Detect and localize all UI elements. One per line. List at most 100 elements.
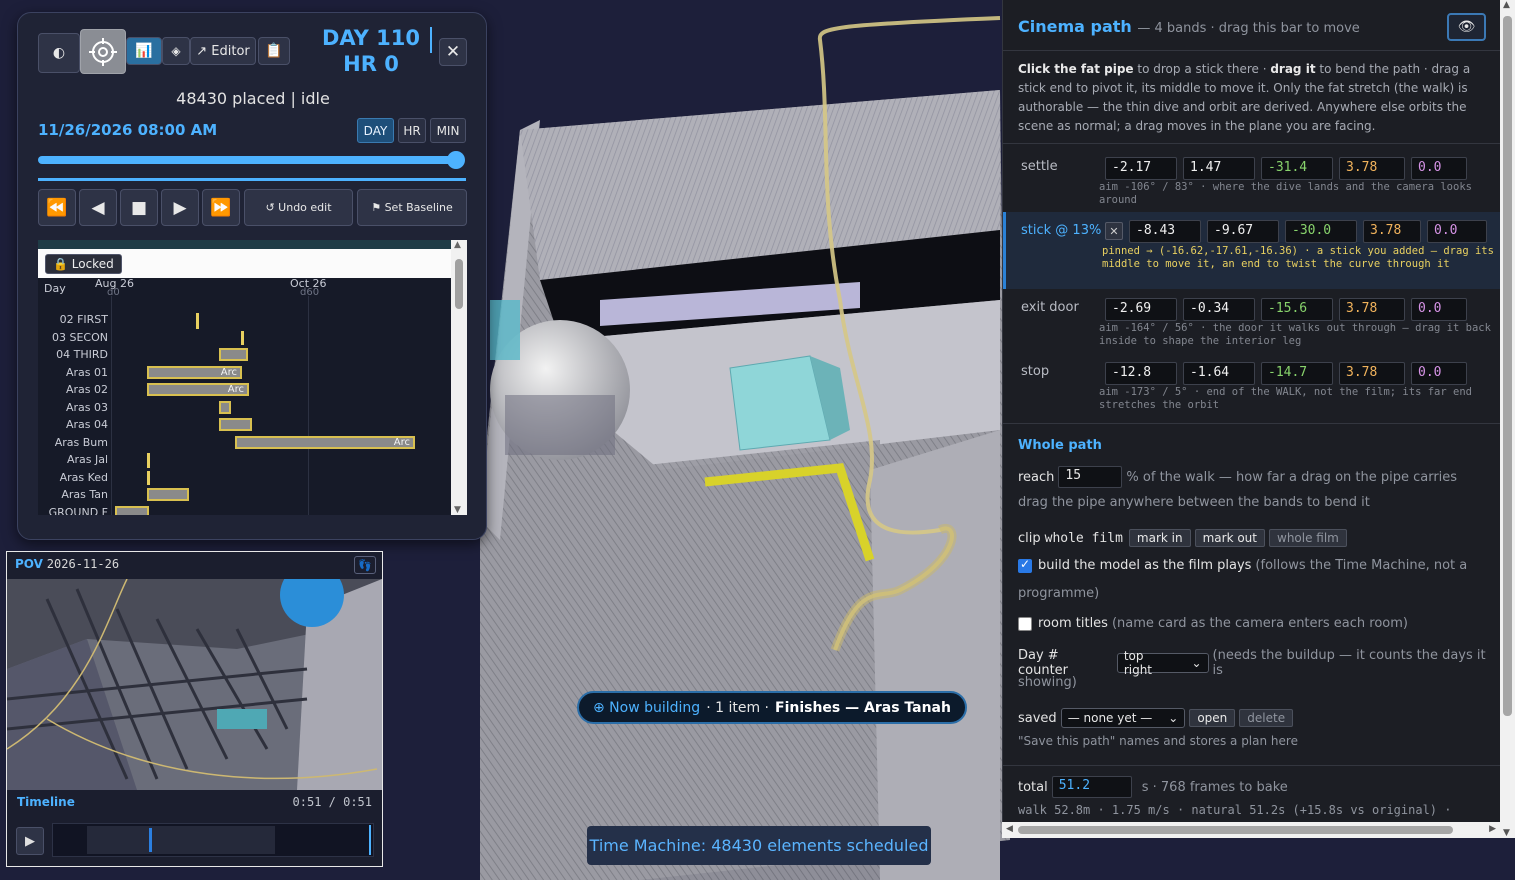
theme-toggle-button[interactable]: ◐ <box>38 33 80 73</box>
scroll-right-icon[interactable]: ▶ <box>1489 824 1496 834</box>
value-x[interactable]: -2.69 <box>1105 298 1177 321</box>
gantt-milestone[interactable] <box>196 313 199 329</box>
delete-button[interactable]: delete <box>1239 709 1294 727</box>
value-x[interactable]: -12.8 <box>1105 362 1177 385</box>
value-x[interactable]: -2.17 <box>1105 157 1177 180</box>
value-roll[interactable]: 0.0 <box>1411 298 1467 321</box>
gantt-chart[interactable]: 🔒 Locked Day Aug 26 d0 Oct 26 d60 02 FIR… <box>38 240 467 515</box>
time-slider-track[interactable] <box>38 156 458 164</box>
gantt-scrollbar[interactable]: ▲ ▼ <box>451 240 467 515</box>
target-button[interactable] <box>80 29 126 74</box>
value-y[interactable]: 1.47 <box>1183 157 1255 180</box>
mark-out-button[interactable]: mark out <box>1194 529 1265 547</box>
scroll-down-icon[interactable]: ▼ <box>1503 828 1510 838</box>
build-checkbox[interactable] <box>1018 557 1032 573</box>
scroll-thumb[interactable] <box>1018 826 1453 834</box>
gantt-bar[interactable] <box>115 506 149 515</box>
value-y[interactable]: -9.67 <box>1207 220 1279 243</box>
cinema-horizontal-scrollbar[interactable]: ◀ ▶ <box>1002 822 1500 838</box>
clipboard-button[interactable]: 📋 <box>258 37 290 65</box>
stop-icon: ■ <box>130 197 148 218</box>
footsteps-icon: 👣 <box>358 558 372 572</box>
gantt-bar[interactable]: Arc <box>147 383 249 396</box>
step-back-button[interactable]: ◀ <box>79 189 117 226</box>
chart-button[interactable]: 📊 <box>126 37 162 65</box>
value-z[interactable]: -15.6 <box>1261 298 1333 321</box>
value-height[interactable]: 3.78 <box>1339 157 1405 180</box>
gantt-bar[interactable]: Arc <box>235 436 415 449</box>
unit-hour-button[interactable]: HR <box>398 118 426 143</box>
band-settle[interactable]: settle -2.17 1.47 -31.4 3.78 0.0 aim -10… <box>1003 157 1500 207</box>
gantt-milestone[interactable] <box>147 453 150 468</box>
scroll-up-icon[interactable]: ▲ <box>454 240 461 250</box>
value-y[interactable]: -0.34 <box>1183 298 1255 321</box>
time-slider-thumb[interactable] <box>447 151 465 169</box>
counter-note-row: showing) <box>1018 675 1077 690</box>
band-stop[interactable]: stop -12.8 -1.64 -14.7 3.78 0.0 aim -173… <box>1003 362 1500 417</box>
value-height[interactable]: 3.78 <box>1363 220 1421 243</box>
mark-in-button[interactable]: mark in <box>1128 529 1191 547</box>
value-height[interactable]: 3.78 <box>1339 298 1405 321</box>
set-baseline-button[interactable]: ⚑ Set Baseline <box>357 189 467 226</box>
value-roll[interactable]: 0.0 <box>1411 362 1467 385</box>
counter-select[interactable]: top right ⌄ <box>1116 649 1209 677</box>
visibility-button[interactable]: 👁 <box>1447 13 1486 41</box>
build-note-row: programme) <box>1018 586 1099 601</box>
gantt-row-label: Aras Tan <box>61 488 108 501</box>
scroll-thumb[interactable] <box>455 259 463 309</box>
locked-badge[interactable]: 🔒 Locked <box>45 254 122 274</box>
remove-stick-button[interactable]: ✕ <box>1105 222 1123 240</box>
titles-checkbox[interactable] <box>1018 616 1032 631</box>
timeline-scrubber[interactable] <box>52 823 374 857</box>
pov-play-button[interactable]: ▶ <box>16 827 44 855</box>
gantt-milestone[interactable] <box>241 331 244 345</box>
gantt-bar[interactable] <box>219 418 252 431</box>
unit-day-button[interactable]: DAY <box>357 118 394 143</box>
play-button[interactable]: ▶ <box>161 189 199 226</box>
value-z[interactable]: -30.0 <box>1285 220 1357 243</box>
reach-suffix: % of the walk — how far a drag on the pi… <box>1126 469 1458 485</box>
scroll-left-icon[interactable]: ◀ <box>1006 824 1013 834</box>
value-z[interactable]: -31.4 <box>1261 157 1333 180</box>
rewind-button[interactable]: ⏪ <box>38 189 76 226</box>
close-button[interactable]: ✕ <box>439 38 467 66</box>
open-button[interactable]: open <box>1189 709 1236 727</box>
value-x[interactable]: -8.43 <box>1129 220 1201 243</box>
value-roll[interactable]: 0.0 <box>1411 157 1467 180</box>
reach-input[interactable]: 15 <box>1058 466 1123 488</box>
value-z[interactable]: -14.7 <box>1261 362 1333 385</box>
layers-button[interactable]: ◈ <box>162 37 190 65</box>
scroll-thumb[interactable] <box>1503 16 1512 716</box>
whole-film-button[interactable]: whole film <box>1269 529 1347 547</box>
timeline-marker[interactable] <box>149 828 152 852</box>
scroll-up-icon[interactable]: ▲ <box>1503 0 1510 10</box>
stop-button[interactable]: ■ <box>120 189 158 226</box>
cinema-drag-bar[interactable]: Cinema path — 4 bands · drag this bar to… <box>1018 17 1360 36</box>
gantt-bar[interactable] <box>147 488 189 501</box>
editor-button[interactable]: ↗ Editor <box>190 37 256 65</box>
gantt-bar[interactable] <box>219 401 231 414</box>
footsteps-button[interactable]: 👣 <box>354 556 376 574</box>
scroll-down-icon[interactable]: ▼ <box>454 505 461 515</box>
value-height[interactable]: 3.78 <box>1339 362 1405 385</box>
gantt-bar[interactable]: Arc <box>147 366 242 379</box>
band-stick[interactable]: stick @ 13% ✕ -8.43 -9.67 -30.0 3.78 0.0… <box>1003 212 1500 289</box>
now-building-pill: ⊕ Now building · 1 item · Finishes — Ara… <box>577 691 967 724</box>
cinema-vertical-scrollbar[interactable]: ▲ ▼ <box>1500 0 1515 838</box>
value-roll[interactable]: 0.0 <box>1427 220 1487 243</box>
saved-select[interactable]: — none yet — ⌄ <box>1060 708 1186 728</box>
timeline-playhead[interactable] <box>369 825 371 855</box>
value-y[interactable]: -1.64 <box>1183 362 1255 385</box>
eye-icon: 👁 <box>1457 19 1476 35</box>
total-input[interactable]: 51.2 <box>1051 776 1132 798</box>
counter-note-cont: showing) <box>1018 675 1077 690</box>
pov-viewport[interactable] <box>7 579 382 790</box>
fast-forward-button[interactable]: ⏩ <box>202 189 240 226</box>
timeline-label: Timeline <box>17 795 75 809</box>
gantt-row-label: Aras 02 <box>65 383 108 396</box>
gantt-milestone[interactable] <box>147 471 150 485</box>
band-exit-door[interactable]: exit door -2.69 -0.34 -15.6 3.78 0.0 aim… <box>1003 298 1500 353</box>
unit-minute-button[interactable]: MIN <box>430 118 466 143</box>
gantt-bar[interactable] <box>219 348 248 361</box>
undo-edit-button[interactable]: ↺ Undo edit <box>244 189 353 226</box>
